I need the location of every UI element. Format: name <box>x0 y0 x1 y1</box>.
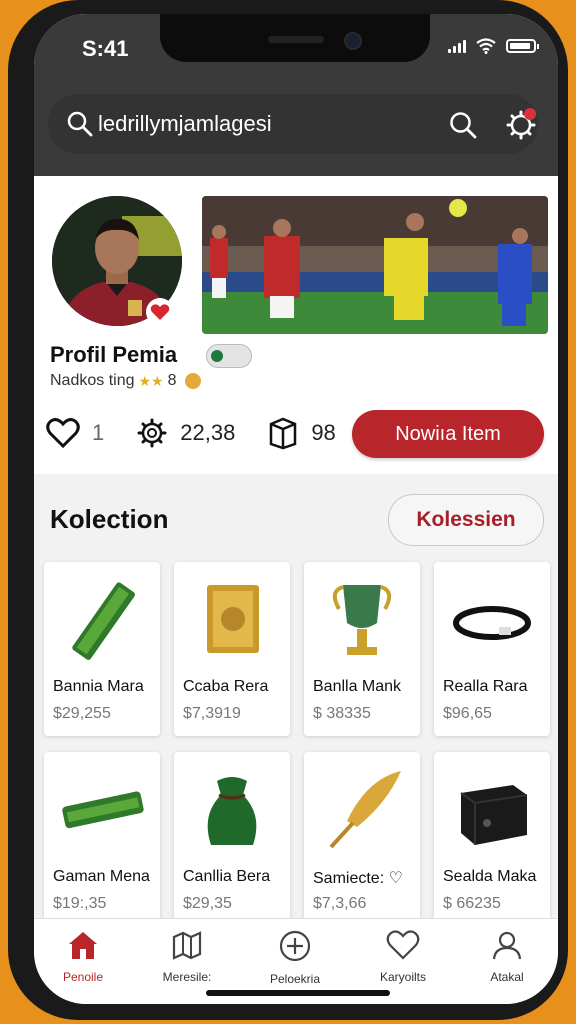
tab-label: Penoile <box>62 970 104 984</box>
gold-card-icon <box>182 570 282 670</box>
tab-label: Karyoilts <box>379 970 426 984</box>
favorite-badge[interactable] <box>146 298 174 326</box>
search-input[interactable]: ledrillymjamlagesi <box>98 111 272 137</box>
quill-icon <box>312 760 412 860</box>
profile-card: Profil Pemia Nadkos ting ★★ 8 1 22,38 98… <box>34 176 558 474</box>
rating-value: 8 <box>167 372 177 389</box>
likes-stat[interactable]: 1 <box>46 418 104 448</box>
camera-notch <box>160 14 430 62</box>
views-count: 22,38 <box>180 420 236 445</box>
add-circle-icon <box>279 930 311 962</box>
tab-label: Peloekria <box>269 972 321 986</box>
coin-icon <box>184 373 201 389</box>
collection-item[interactable]: Banlla Mank $ 38335 <box>304 562 420 736</box>
black-box-icon <box>442 760 542 860</box>
collection-item[interactable]: Bannia Mara $29,255 <box>44 562 160 736</box>
tab-home[interactable]: Penoile <box>38 929 128 984</box>
stats-row: 1 22,38 98 <box>46 416 368 450</box>
heart-icon <box>150 304 170 320</box>
item-price: $ 66235 <box>443 895 501 912</box>
tab-add[interactable]: Peloekria <box>250 929 340 986</box>
trophy-icon <box>312 570 412 670</box>
item-name: Banlla Mank <box>313 678 402 695</box>
signal-icon <box>448 39 466 53</box>
item-price: $96,65 <box>443 705 492 722</box>
gear-icon <box>137 418 167 448</box>
collection-item[interactable]: Gaman Mena $19:,35 <box>44 752 160 926</box>
collection-item[interactable]: Realla Rara $96,65 <box>434 562 550 736</box>
green-scarf-icon <box>52 760 152 860</box>
items-stat[interactable]: 98 <box>267 416 336 450</box>
tab-profile[interactable]: Atakal <box>462 929 552 984</box>
collection-item[interactable]: Sealda Maka $ 66235 <box>434 752 550 926</box>
item-name: Realla Rara <box>443 678 528 695</box>
screen: S:41 ledrillymjamlagesi Profil Pemia Nad… <box>34 14 558 1004</box>
status-time: S:41 <box>82 36 129 61</box>
map-icon <box>172 931 202 960</box>
profile-icon <box>492 931 522 960</box>
football-match-image <box>202 196 548 334</box>
search-icon <box>67 111 93 137</box>
box-icon <box>270 417 297 450</box>
tab-favorites[interactable]: Karyoilts <box>358 929 448 984</box>
battery-icon <box>506 39 539 53</box>
items-count: 98 <box>311 420 336 445</box>
item-name: Canllia Bera <box>183 868 271 885</box>
heart-outline-icon <box>46 418 80 448</box>
item-name: Bannia Mara <box>53 678 144 695</box>
toggle-knob <box>211 350 223 362</box>
rating-row: Nadkos ting ★★ 8 <box>50 372 201 390</box>
collection-button[interactable]: Kolessien <box>388 494 544 546</box>
views-stat[interactable]: 22,38 <box>136 417 235 449</box>
match-banner <box>202 196 548 334</box>
home-indicator[interactable] <box>206 990 390 996</box>
item-price: $19:,35 <box>53 895 107 912</box>
item-price: $7,3,66 <box>313 895 367 912</box>
status-icons <box>448 38 539 54</box>
item-name: Ccaba Rera <box>183 678 269 695</box>
speaker <box>268 36 324 43</box>
tab-map[interactable]: Meresile: <box>142 929 232 984</box>
item-price: $29,255 <box>53 705 111 722</box>
home-icon <box>69 932 97 959</box>
search-bar[interactable]: ledrillymjamlagesi <box>48 94 538 154</box>
collection-title: Kolection <box>50 504 169 534</box>
tab-label: Meresile: <box>162 970 212 984</box>
new-item-button[interactable]: Nowiıa Item <box>352 410 544 458</box>
collection-item[interactable]: Canllia Bera $29,35 <box>174 752 290 926</box>
item-name: Sealda Maka <box>443 868 537 885</box>
item-price: $ 38335 <box>313 705 371 722</box>
phone-frame: S:41 ledrillymjamlagesi Profil Pemia Nad… <box>8 0 568 1020</box>
notification-badge <box>524 108 536 120</box>
front-camera <box>344 32 362 50</box>
tab-label: Atakal <box>490 970 524 984</box>
wifi-icon <box>476 38 496 54</box>
profile-toggle[interactable] <box>206 344 252 368</box>
rating-text: Nadkos ting <box>50 372 135 389</box>
favorite-icon <box>386 930 420 960</box>
profile-name: Profil Pemia <box>50 342 178 367</box>
wristband-icon <box>442 570 542 670</box>
star-icons: ★★ <box>138 372 164 389</box>
collection-item[interactable]: Ccaba Rera $7,3919 <box>174 562 290 736</box>
green-pouch-icon <box>182 760 282 860</box>
likes-count: 1 <box>92 420 105 445</box>
item-price: $7,3919 <box>183 705 241 722</box>
green-scarf-icon <box>52 570 152 670</box>
item-price: $29,35 <box>183 895 232 912</box>
collection-item[interactable]: Samiecte: ♡ $7,3,66 <box>304 752 420 926</box>
search-button-icon[interactable] <box>448 110 478 140</box>
item-name: Gaman Mena <box>53 868 150 885</box>
top-header: S:41 ledrillymjamlagesi <box>34 14 558 176</box>
item-name: Samiecte: ♡ <box>313 870 403 887</box>
